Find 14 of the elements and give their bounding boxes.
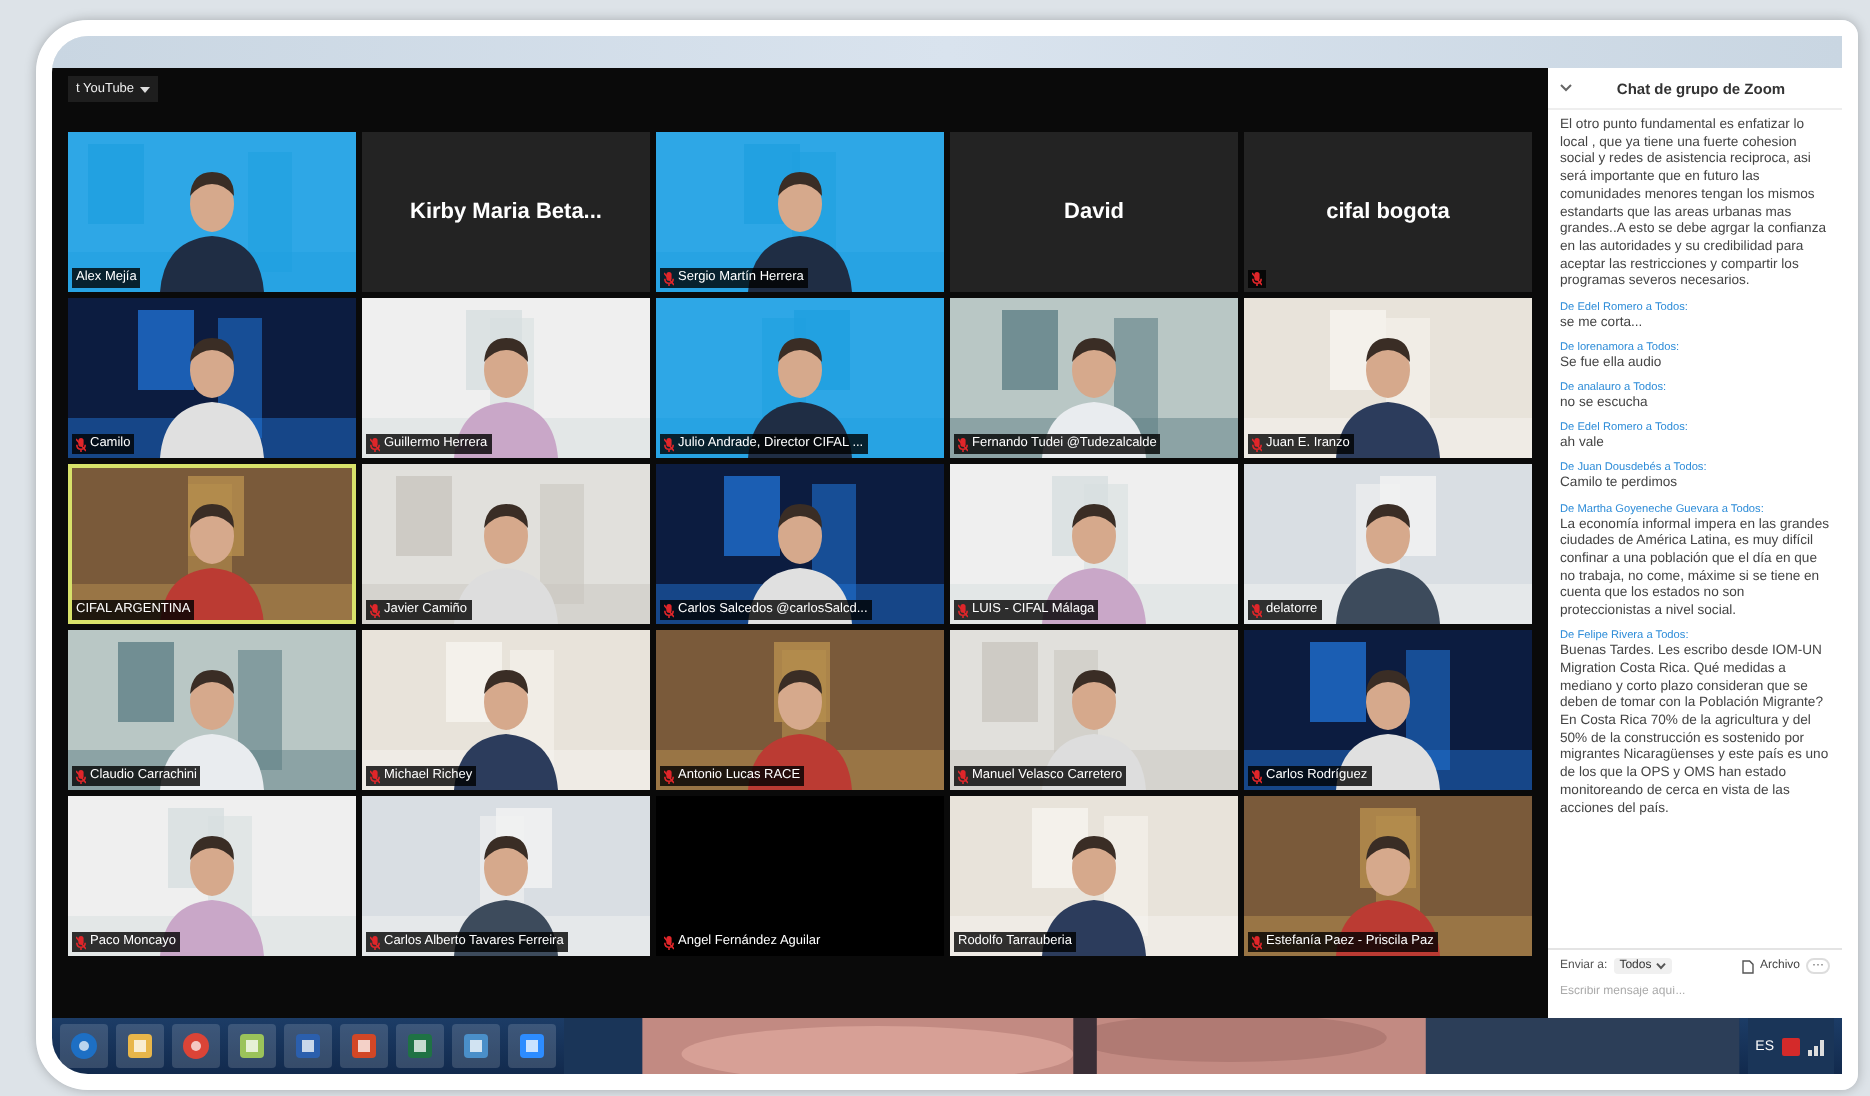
network-icon[interactable]: [1808, 1037, 1826, 1055]
start-icon[interactable]: [70, 1032, 98, 1060]
antivirus-icon[interactable]: [1782, 1037, 1800, 1055]
chevron-down-icon[interactable]: [1560, 84, 1572, 92]
participant-name: Kirby Maria Beta...: [410, 200, 602, 224]
participant-name: David: [1064, 200, 1124, 224]
video-tile[interactable]: David: [950, 132, 1238, 292]
file-icon: [1741, 959, 1754, 973]
folder-icon[interactable]: [126, 1032, 154, 1060]
video-tile[interactable]: cifal bogota: [1244, 132, 1532, 292]
participant-name: cifal bogota: [1326, 200, 1450, 224]
video-tile[interactable]: Kirby Maria Beta...: [362, 132, 650, 292]
caret-icon: [1655, 962, 1666, 970]
caret-icon: [140, 85, 151, 93]
